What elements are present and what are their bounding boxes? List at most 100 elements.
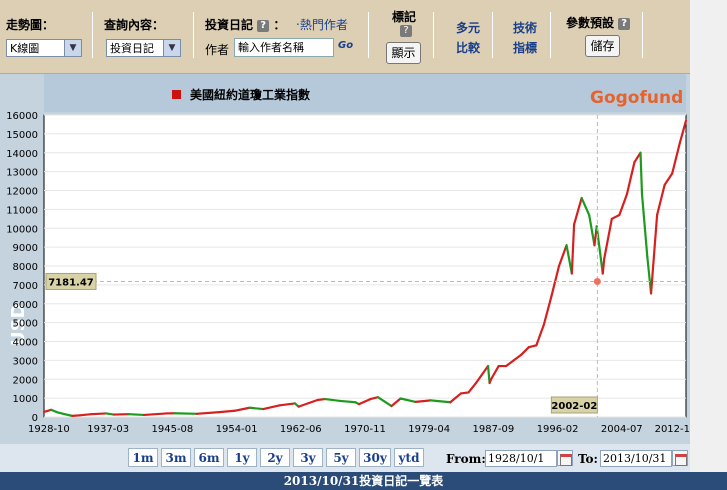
calendar-icon[interactable] xyxy=(672,450,688,466)
from-label: From: xyxy=(446,452,486,466)
query-value: 投資日記 xyxy=(110,42,154,55)
indicators-link[interactable]: 技術 指標 xyxy=(505,18,545,58)
range-button-2y[interactable]: 2y xyxy=(260,448,290,467)
y-tick-label: 2000 xyxy=(13,375,38,386)
y-tick-label: 15000 xyxy=(6,130,38,141)
series-segment xyxy=(78,413,93,417)
range-button-1y[interactable]: 1y xyxy=(227,448,257,467)
chevron-down-icon[interactable]: ▼ xyxy=(163,40,180,56)
y-tick-label: 13000 xyxy=(6,168,38,179)
diary-label: 投資日記 ? ： xyxy=(205,16,285,33)
y-tick-label: 10000 xyxy=(6,224,38,235)
show-button[interactable]: 顯示 xyxy=(386,42,421,64)
series-segment xyxy=(486,364,491,385)
calendar-icon[interactable] xyxy=(557,450,573,466)
indicators-line-1: 技術 xyxy=(512,21,537,35)
chart-type-value: K線圖 xyxy=(10,42,40,55)
divider xyxy=(492,12,493,58)
crosshair-date: 2002-02 xyxy=(551,401,597,412)
marker-label: 標記 xyxy=(392,10,417,24)
preset-label: 參數預設 ? xyxy=(566,14,631,31)
chart-type-select[interactable]: K線圖 ▼ xyxy=(6,39,82,57)
x-tick-label: 1928-10 xyxy=(28,424,70,435)
divider xyxy=(92,12,93,58)
divider xyxy=(550,12,551,58)
to-label: To: xyxy=(578,452,598,466)
y-tick-label: 8000 xyxy=(13,262,38,273)
range-button-6m[interactable]: 6m xyxy=(194,448,224,467)
go-button[interactable]: Go xyxy=(338,40,353,51)
range-button-ytd[interactable]: ytd xyxy=(394,448,424,467)
help-icon[interactable]: ? xyxy=(618,17,631,30)
y-tick-label: 12000 xyxy=(6,187,38,198)
x-tick-label: 1954-01 xyxy=(216,424,258,435)
author-input[interactable]: 輸入作者名稱 xyxy=(234,38,334,57)
series-segment xyxy=(339,399,357,404)
query-select[interactable]: 投資日記 ▼ xyxy=(106,39,181,57)
x-tick-label: 1970-11 xyxy=(344,424,386,435)
x-tick-label: 1937-03 xyxy=(87,424,129,435)
crosshair-point xyxy=(593,277,601,285)
y-tick-label: 16000 xyxy=(6,111,38,122)
author-label: 作者 xyxy=(205,43,230,57)
series-segment xyxy=(105,412,115,416)
series-segment xyxy=(414,399,432,403)
crosshair-value: 7181.47 xyxy=(48,277,94,288)
x-tick-label: 2012-1 xyxy=(655,424,690,435)
y-tick-label: 1000 xyxy=(13,394,38,405)
help-icon[interactable]: ? xyxy=(257,19,270,32)
y-tick-label: 4000 xyxy=(13,338,38,349)
multi-compare-line-1: 多元 xyxy=(455,21,480,35)
divider xyxy=(642,12,643,58)
y-tick-label: 6000 xyxy=(13,300,38,311)
x-tick-label: 1962-06 xyxy=(280,424,322,435)
hot-authors-link[interactable]: ‧熱門作者 xyxy=(296,16,348,33)
help-icon[interactable]: ? xyxy=(400,25,412,37)
x-tick-label: 2004-07 xyxy=(601,424,643,435)
series-segment xyxy=(173,412,198,415)
y-axis: 0 1000 2000 3000 4000 5000 6000 7000 8000 9000 100… xyxy=(6,111,38,424)
diary-label-text: 投資日記 xyxy=(205,18,254,32)
range-button-30y[interactable]: 30y xyxy=(359,448,391,467)
x-tick-label: 1996-02 xyxy=(537,424,579,435)
y-tick-label: 0 xyxy=(32,413,38,424)
series-segment xyxy=(90,412,108,416)
x-tick-label: 1945-08 xyxy=(152,424,194,435)
save-button[interactable]: 儲存 xyxy=(585,35,620,57)
query-label: 查詢內容： xyxy=(104,18,165,32)
to-date-input[interactable]: 2013/10/31 xyxy=(600,450,672,467)
trend-label: 走勢圖： xyxy=(6,18,55,32)
y-tick-label: 11000 xyxy=(6,205,38,216)
x-tick-label: 1987-09 xyxy=(473,424,515,435)
diary-list-title: 2013/10/31投資日記一覽表 xyxy=(0,472,727,490)
y-tick-label: 7000 xyxy=(13,281,38,292)
x-tick-label: 1979-04 xyxy=(408,424,450,435)
range-button-3m[interactable]: 3m xyxy=(161,448,191,467)
series-segment xyxy=(71,414,81,417)
range-button-3y[interactable]: 3y xyxy=(293,448,323,467)
multi-compare-link[interactable]: 多元 比較 xyxy=(448,18,488,58)
y-tick-label: 3000 xyxy=(13,356,38,367)
chart-panel: 美國紐約道瓊工業指數 Gogofund USD 0 1000 2000 3000 400… xyxy=(0,74,690,444)
y-tick-label: 5000 xyxy=(13,319,38,330)
range-button-5y[interactable]: 5y xyxy=(326,448,356,467)
x-axis: 1928-10 1937-03 1945-08 1954-01 1962-06 1970-… xyxy=(28,424,690,435)
preset-label-text: 參數預設 xyxy=(566,16,615,30)
scrollbar-area[interactable] xyxy=(690,0,727,490)
multi-compare-line-2: 比較 xyxy=(455,41,480,55)
brand-logo: Gogofund xyxy=(590,88,683,108)
series-segment xyxy=(639,151,644,196)
series-segment xyxy=(218,409,236,414)
y-tick-label: 9000 xyxy=(13,243,38,254)
divider xyxy=(368,12,369,58)
chevron-down-icon[interactable]: ▼ xyxy=(64,40,81,56)
series-segment xyxy=(601,257,606,275)
toolbar: 走勢圖： K線圖 ▼ 查詢內容： 投資日記 ▼ 投資日記 ? ： ‧熱門作者 作… xyxy=(0,0,690,74)
from-date-input[interactable]: 1928/10/1 xyxy=(485,450,557,467)
divider xyxy=(193,12,194,58)
range-button-1m[interactable]: 1m xyxy=(128,448,158,467)
series-segment xyxy=(127,413,146,417)
diary-colon: ： xyxy=(273,18,286,32)
series-segment xyxy=(459,391,470,395)
legend-swatch xyxy=(172,90,181,99)
